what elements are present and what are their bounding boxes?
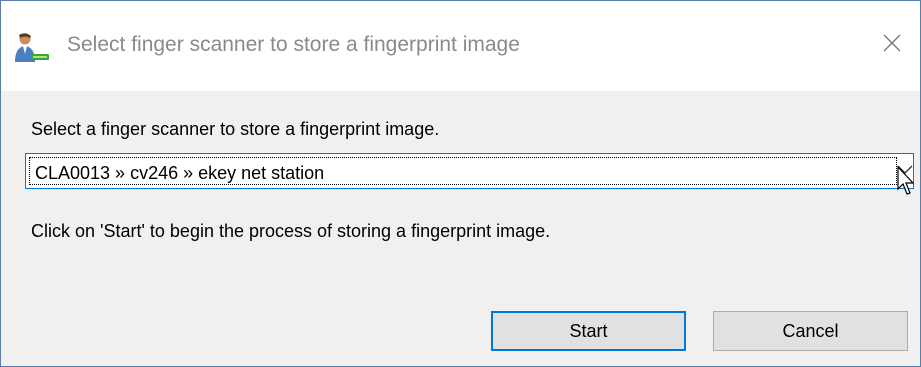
close-icon xyxy=(882,33,902,58)
start-button[interactable]: Start xyxy=(491,311,686,351)
scanner-select-focus-area[interactable]: CLA0013 » cv246 » ekey net station xyxy=(29,157,897,185)
title-bar[interactable]: Select finger scanner to store a fingerp… xyxy=(1,1,920,91)
instruction-label: Select a finger scanner to store a finge… xyxy=(31,119,440,139)
user-scanner-icon xyxy=(13,32,51,64)
dialog-window: Select finger scanner to store a fingerp… xyxy=(0,0,921,367)
start-hint-text: Click on 'Start' to begin the process of… xyxy=(31,221,551,241)
cancel-button[interactable]: Cancel xyxy=(713,311,908,351)
window-title: Select finger scanner to store a fingerp… xyxy=(67,33,520,56)
close-button[interactable] xyxy=(867,23,917,67)
mouse-cursor-icon xyxy=(897,165,917,198)
scanner-select-value: CLA0013 » cv246 » ekey net station xyxy=(35,163,325,183)
scanner-select[interactable]: CLA0013 » cv246 » ekey net station xyxy=(25,153,914,189)
